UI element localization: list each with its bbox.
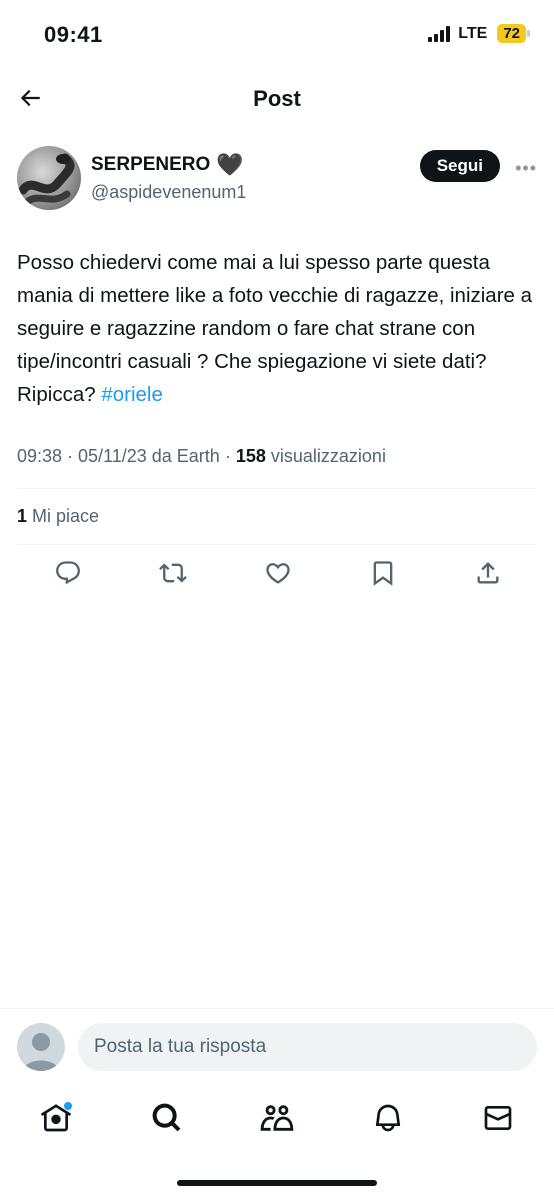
messages-icon [484, 1106, 512, 1130]
post-author: SERPENERO 🖤 @aspidevenenum1 Segui ••• [17, 146, 537, 212]
likes-label: Mi piace [32, 506, 100, 526]
share-button[interactable] [473, 558, 503, 588]
follow-button[interactable]: Segui [419, 150, 500, 182]
nav-home[interactable] [38, 1100, 74, 1136]
retweet-icon [159, 563, 187, 583]
likes-count: 1 [17, 506, 28, 526]
views-count: 158 [235, 446, 266, 466]
reply-icon [56, 561, 80, 585]
like-icon [266, 563, 290, 584]
post-actions [17, 558, 537, 598]
like-button[interactable] [263, 558, 293, 588]
network-type: LTE [458, 24, 488, 42]
bookmark-icon [373, 561, 393, 586]
bottom-navigation [0, 1090, 554, 1146]
status-bar: 09:41 LTE 72 [0, 0, 554, 70]
post-text: Posso chiedervi come mai a lui spesso pa… [17, 246, 537, 411]
home-indicator[interactable] [177, 1180, 377, 1186]
more-options-icon[interactable]: ••• [515, 158, 537, 179]
reply-button[interactable] [53, 558, 83, 588]
post-body: Posso chiedervi come mai a lui spesso pa… [17, 251, 533, 406]
signal-icon [428, 25, 451, 42]
divider [17, 488, 537, 489]
nav-communities[interactable] [259, 1100, 295, 1136]
post-meta: 09:38 · 05/11/23 da Earth · 158 visualiz… [17, 446, 386, 467]
divider [17, 544, 537, 545]
nav-search[interactable] [149, 1100, 185, 1136]
page-header: Post [0, 70, 554, 126]
status-indicators: LTE 72 [428, 24, 530, 43]
author-display-name[interactable]: SERPENERO 🖤 [91, 154, 244, 176]
share-icon [477, 562, 499, 584]
snake-avatar-image [18, 153, 75, 206]
nav-notifications[interactable] [370, 1100, 406, 1136]
status-time: 09:41 [44, 22, 103, 47]
default-avatar-icon [23, 1033, 59, 1071]
bookmark-button[interactable] [368, 558, 398, 588]
battery-icon: 72 [497, 24, 530, 43]
author-handle[interactable]: @aspidevenenum1 [91, 182, 246, 203]
likes-summary[interactable]: 1 Mi piace [17, 506, 99, 527]
post-timestamp: 09:38 · 05/11/23 da Earth · [17, 446, 231, 466]
search-icon [152, 1103, 180, 1132]
notifications-icon [375, 1104, 400, 1132]
communities-icon [260, 1105, 294, 1131]
retweet-button[interactable] [158, 558, 188, 588]
avatar[interactable] [17, 146, 81, 210]
author-name-text: SERPENERO [91, 154, 211, 175]
reply-composer [0, 1008, 554, 1080]
reply-input[interactable] [78, 1023, 537, 1071]
notification-dot [64, 1102, 72, 1110]
nav-messages[interactable] [480, 1100, 516, 1136]
views-label: visualizzazioni [270, 446, 386, 466]
page-title: Post [253, 86, 301, 111]
black-heart-icon: 🖤 [216, 152, 244, 177]
user-avatar[interactable] [17, 1023, 65, 1071]
hashtag-link[interactable]: #oriele [101, 383, 163, 406]
